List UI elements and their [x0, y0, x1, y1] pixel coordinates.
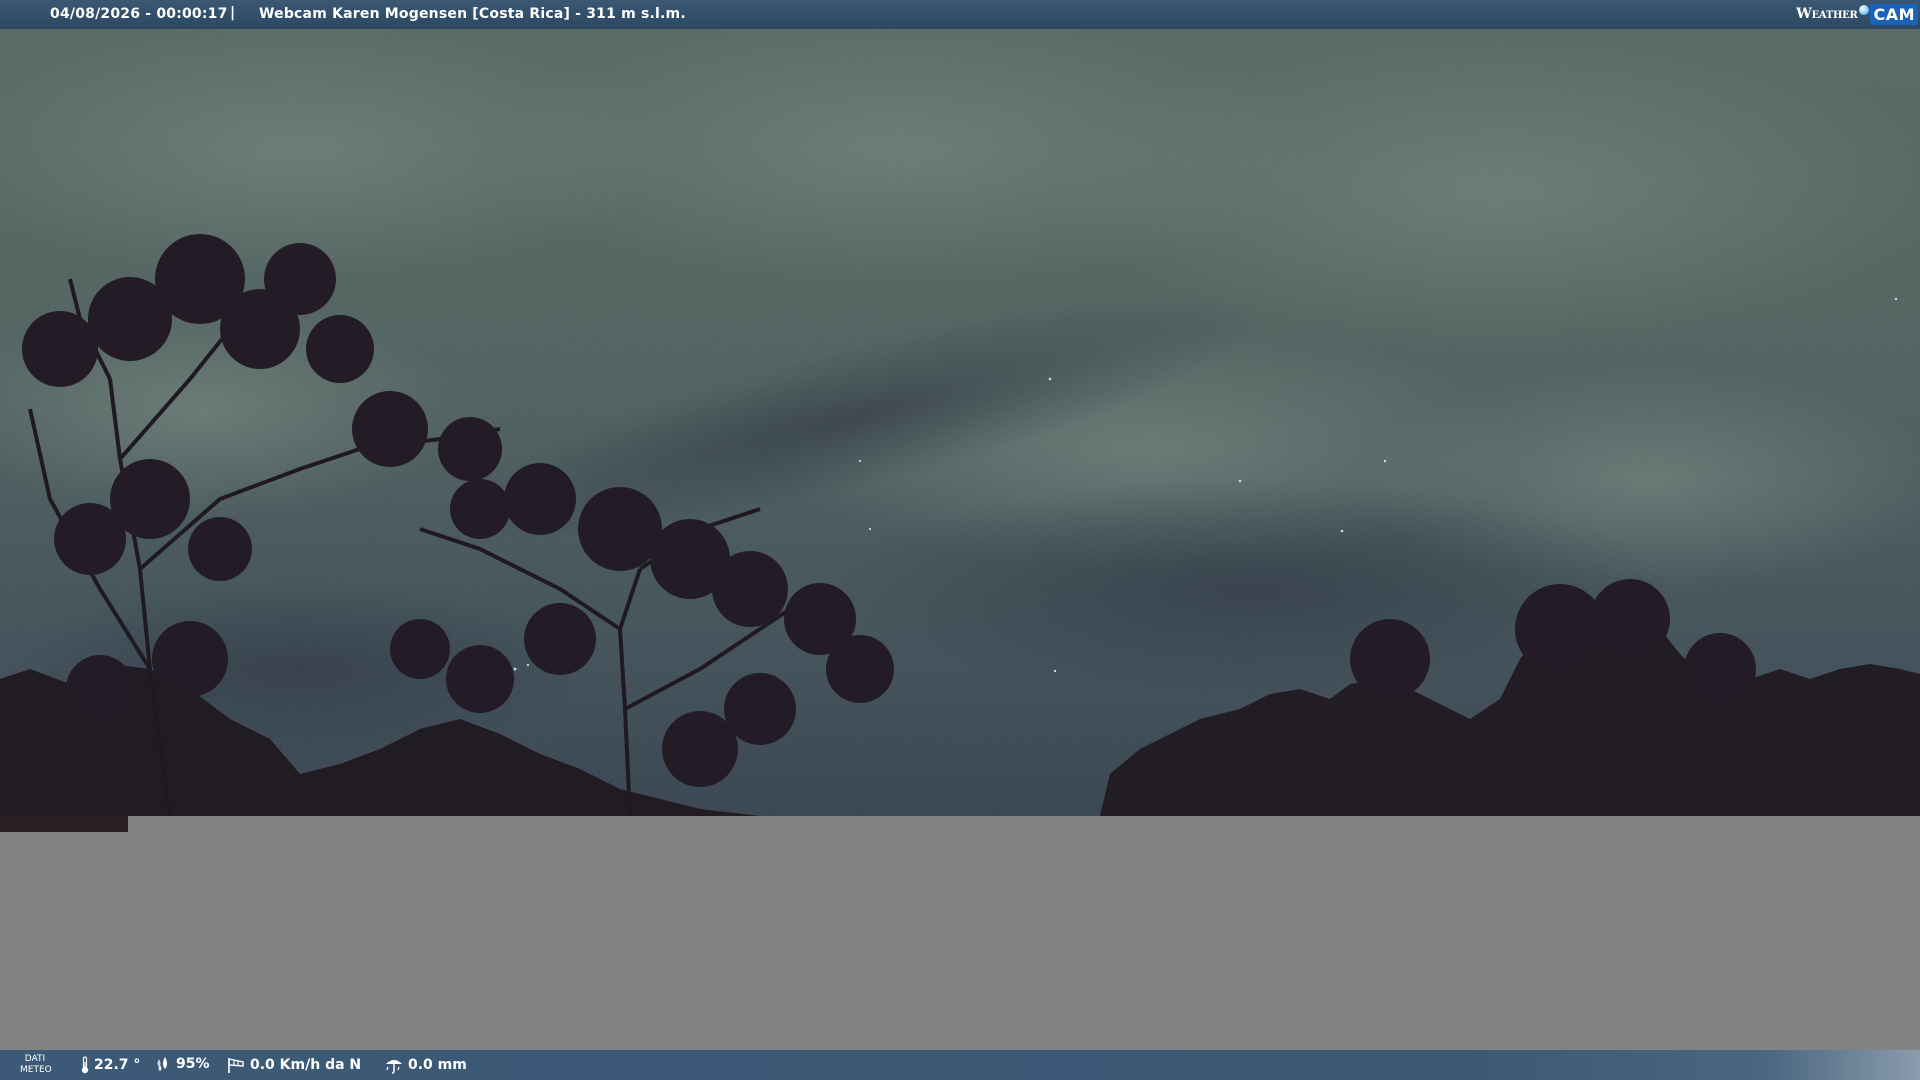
humidity-drops-icon: [157, 1057, 167, 1071]
thermometer-icon: [81, 1056, 89, 1074]
logo-badge: CAM: [1870, 3, 1918, 25]
logo-globe-icon: [1859, 5, 1870, 15]
webcam-title: Webcam Karen Mogensen [Costa Rica] - 311…: [259, 6, 686, 22]
weathercam-logo[interactable]: Weather CAM: [1796, 2, 1918, 26]
webcam-image: [0, 29, 1920, 816]
dati-label: DATI: [24, 1054, 46, 1064]
logo-word: Weather: [1796, 6, 1858, 22]
rain-value: 0.0 mm: [408, 1057, 467, 1073]
meteo-label: METEO: [20, 1065, 52, 1075]
dati-meteo-button[interactable]: DATI METEO: [20, 1054, 52, 1076]
temperature-reading: 22.7 °: [80, 1056, 140, 1074]
image-edge-strip: [0, 816, 128, 832]
blank-image-area: [128, 816, 1920, 1050]
humidity-value: 95%: [176, 1056, 210, 1072]
timestamp: 04/08/2026 - 00:00:17: [50, 6, 228, 22]
wind-sock-icon: [228, 1058, 244, 1073]
wind-reading: 0.0 Km/h da N: [226, 1056, 361, 1074]
temperature-value: 22.7 °: [94, 1057, 141, 1073]
header-separator: |: [230, 5, 236, 21]
rain-reading: 0.0 mm: [384, 1056, 467, 1074]
blank-image-area-left: [0, 832, 128, 1050]
webcam-frame: 04/08/2026 - 00:00:17 | Webcam Karen Mog…: [0, 0, 1920, 1080]
wind-value: 0.0 Km/h da N: [250, 1057, 362, 1073]
humidity-reading: 95%: [154, 1056, 210, 1072]
weather-data-bar: DATI METEO 22.7 ° 95% 0.0 Km/h da N 0.0 …: [0, 1050, 1920, 1080]
night-sky-scene: [0, 29, 1920, 816]
rain-gauge-icon: [386, 1060, 402, 1074]
header-bar: 04/08/2026 - 00:00:17 | Webcam Karen Mog…: [0, 0, 1920, 29]
